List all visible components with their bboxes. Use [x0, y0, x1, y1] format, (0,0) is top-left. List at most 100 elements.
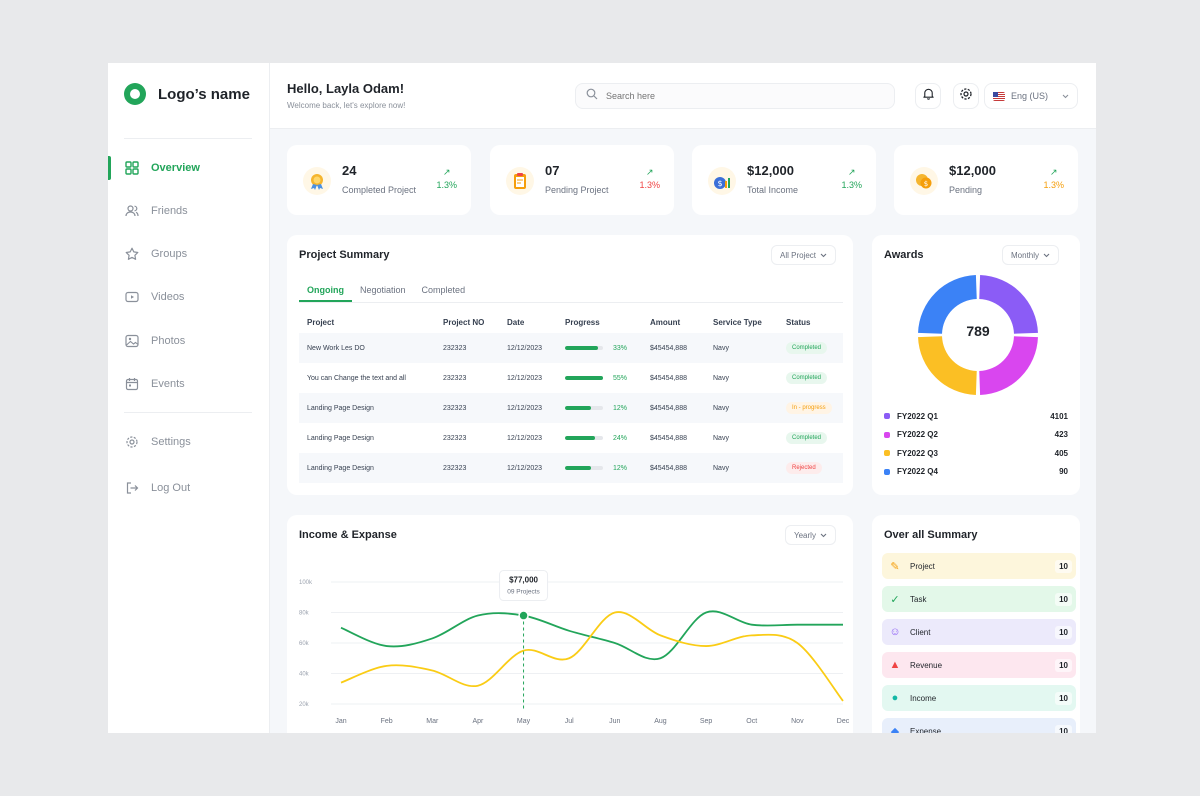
trend-up-icon: ↗	[847, 167, 856, 177]
sidebar-item-friends[interactable]: Friends	[108, 199, 270, 223]
stat-value: $12,000	[747, 163, 794, 178]
logo-icon	[124, 83, 146, 105]
page-subtitle: Welcome back, let's explore now!	[287, 101, 406, 110]
summary-item-income[interactable]: ● Income 10	[882, 685, 1076, 711]
stat-trend: ↗ 1.3%	[841, 167, 862, 190]
service-type: Navy	[713, 374, 729, 382]
project-name: New Work Les DO	[299, 333, 435, 363]
project-number: 232323	[435, 393, 499, 423]
project-progress: 12%	[557, 453, 642, 483]
sidebar-item-label: Photos	[151, 335, 186, 347]
expense-icon: ◆	[890, 725, 900, 734]
x-tick-label: Nov	[791, 718, 804, 725]
summary-value: 10	[1055, 559, 1072, 573]
table-row[interactable]: You can Change the text and all 232323 12/…	[299, 363, 843, 393]
progress-bar	[565, 436, 603, 440]
donut-slice[interactable]	[918, 336, 977, 395]
sidebar-item-events[interactable]: Events	[108, 372, 270, 396]
status-badge: Completed	[786, 372, 828, 384]
x-tick-label: Aug	[654, 718, 667, 725]
service-type: Navy	[705, 393, 778, 423]
project-date: 12/12/2023	[499, 453, 557, 483]
income-expense-chart: 100k 80k 60k 40k 20k Jan Feb Mar Apr May Jul Jun Aug…	[299, 570, 850, 725]
summary-item-client[interactable]: ☺ Client 10	[882, 619, 1076, 645]
donut-slice[interactable]	[979, 336, 1038, 395]
sidebar-item-label: Log Out	[151, 482, 191, 494]
project-filter-dropdown[interactable]: All Project	[771, 245, 837, 265]
awards-period-dropdown[interactable]: Monthly	[1002, 245, 1060, 265]
language-label: Eng (US)	[1011, 91, 1049, 101]
column-header: Date	[507, 317, 525, 327]
tab-ongoing[interactable]: Ongoing	[299, 279, 352, 302]
progress-fill	[565, 466, 592, 470]
sidebar-item-settings[interactable]: Settings	[108, 430, 270, 454]
y-tick-label: 20k	[299, 702, 310, 708]
awards-legend: FY2022 Q1 4101 FY2022 Q2 423 FY2022 Q3 405 FY2…	[884, 407, 1068, 481]
grid-icon	[125, 161, 139, 175]
video-icon	[125, 290, 139, 304]
legend-value: 423	[1054, 430, 1068, 440]
sidebar-item-photos[interactable]: Photos	[108, 329, 270, 353]
logout-icon	[125, 481, 139, 495]
project-name: You can Change the text and all	[307, 374, 406, 382]
y-tick-label: 80k	[299, 611, 310, 617]
column-header: Amount	[650, 317, 681, 327]
table-row[interactable]: New Work Les DO 232323 12/12/2023 33% $45454…	[299, 333, 843, 363]
progress-percent: 24%	[613, 434, 628, 442]
chevron-down-icon	[820, 251, 827, 260]
project-progress: 24%	[557, 423, 642, 453]
project-status: In - progress	[778, 393, 843, 423]
stat-trend: ↗ 1.3%	[436, 167, 457, 190]
search-bar[interactable]	[575, 83, 895, 109]
project-status: Completed	[778, 333, 843, 363]
status-badge: Rejected	[786, 462, 822, 474]
stat-label: Pending Project	[545, 185, 609, 195]
table-row[interactable]: Landing Page Design 232323 12/12/2023 24% $4…	[299, 423, 843, 453]
status-badge: Completed	[786, 432, 828, 444]
summary-item-project[interactable]: ✎ Project 10	[882, 553, 1076, 579]
table-row[interactable]: Landing Page Design 232323 12/12/2023 12% $4…	[299, 453, 843, 483]
project-progress: 12%	[557, 393, 642, 423]
legend-swatch	[884, 431, 890, 438]
stat-value: 24	[342, 163, 357, 178]
sidebar-item-groups[interactable]: Groups	[108, 242, 270, 266]
sidebar-item-logout[interactable]: Log Out	[108, 476, 270, 500]
sidebar-item-videos[interactable]: Videos	[108, 285, 270, 309]
language-select[interactable]: Eng (US)	[984, 83, 1078, 109]
stat-card-pending-project[interactable]: 07 Pending Project ↗ 1.3%	[490, 145, 674, 215]
status-badge: In - progress	[786, 402, 832, 414]
revenue-icon: ▲	[889, 659, 901, 671]
stat-card-total-income[interactable]: $ $12,000 Total Income ↗ 1.3%	[692, 145, 876, 215]
card-title: Project Summary	[299, 249, 390, 261]
summary-item-expense[interactable]: ◆ Expense 10	[882, 718, 1076, 733]
service-type: Navy	[705, 453, 778, 483]
income-period-dropdown[interactable]: Yearly	[785, 525, 836, 545]
summary-value: 10	[1055, 658, 1072, 672]
stat-card-completed[interactable]: 24 Completed Project ↗ 1.3%	[287, 145, 471, 215]
notifications-button[interactable]	[915, 83, 941, 109]
stat-card-pending[interactable]: $ $12,000 Pending ↗ 1.3%	[894, 145, 1078, 215]
summary-label: Client	[910, 627, 931, 637]
column-header: Service Type	[713, 317, 762, 327]
clipboard-icon	[506, 167, 534, 195]
stat-value: 07	[545, 163, 560, 178]
sidebar-item-overview[interactable]: Overview	[108, 156, 270, 180]
project-amount: $45454,888	[650, 434, 687, 442]
tab-negotiation[interactable]: Negotiation	[352, 279, 414, 302]
summary-item-revenue[interactable]: ▲ Revenue 10	[882, 652, 1076, 678]
project-name: Landing Page Design	[299, 393, 435, 423]
column-header: Progress	[565, 317, 600, 327]
settings-button[interactable]	[953, 83, 979, 109]
legend-label: FY2022 Q1	[897, 411, 938, 421]
search-input[interactable]	[606, 91, 866, 101]
card-title: Income & Expanse	[299, 529, 397, 541]
table-row[interactable]: Landing Page Design 232323 12/12/2023 12% $4…	[299, 393, 843, 423]
summary-item-task[interactable]: ✓ Task 10	[882, 586, 1076, 612]
logo[interactable]: Logo’s name	[124, 83, 250, 105]
tab-completed[interactable]: Completed	[414, 279, 474, 302]
legend-value: 90	[1059, 467, 1068, 477]
money-bag-icon: $	[708, 167, 736, 195]
sidebar-item-label: Groups	[151, 248, 188, 260]
summary-label: Income	[910, 693, 937, 703]
stat-label: Completed Project	[342, 185, 417, 195]
